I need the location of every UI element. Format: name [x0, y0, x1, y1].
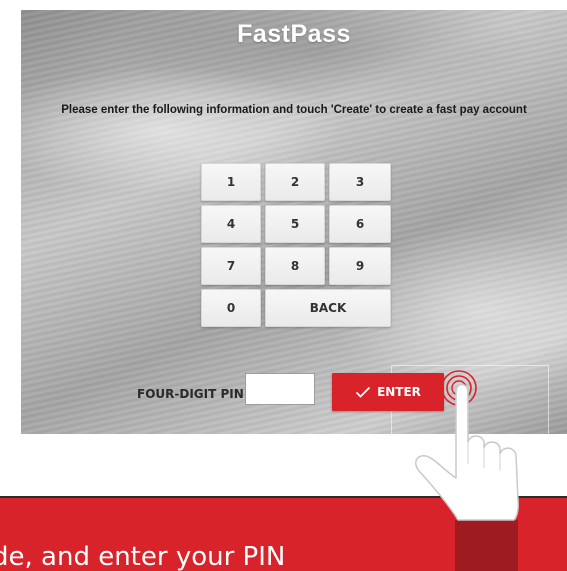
- checkmark-icon: [355, 386, 371, 398]
- instruction-text: Please enter the following information a…: [61, 104, 527, 116]
- key-8[interactable]: 8: [265, 247, 325, 285]
- caption-text: de, and enter your PIN: [0, 542, 286, 571]
- pin-input[interactable]: [245, 373, 315, 405]
- pointing-hand-icon: [415, 370, 519, 571]
- app-title: FastPass: [237, 20, 351, 48]
- key-4[interactable]: 4: [201, 205, 261, 243]
- key-2[interactable]: 2: [265, 163, 325, 201]
- key-0[interactable]: 0: [201, 289, 261, 327]
- key-3[interactable]: 3: [329, 163, 391, 201]
- key-1[interactable]: 1: [201, 163, 261, 201]
- key-5[interactable]: 5: [265, 205, 325, 243]
- back-button[interactable]: BACK: [265, 289, 391, 327]
- pin-label: FOUR-DIGIT PIN:: [137, 387, 249, 401]
- key-7[interactable]: 7: [201, 247, 261, 285]
- key-9[interactable]: 9: [329, 247, 391, 285]
- key-6[interactable]: 6: [329, 205, 391, 243]
